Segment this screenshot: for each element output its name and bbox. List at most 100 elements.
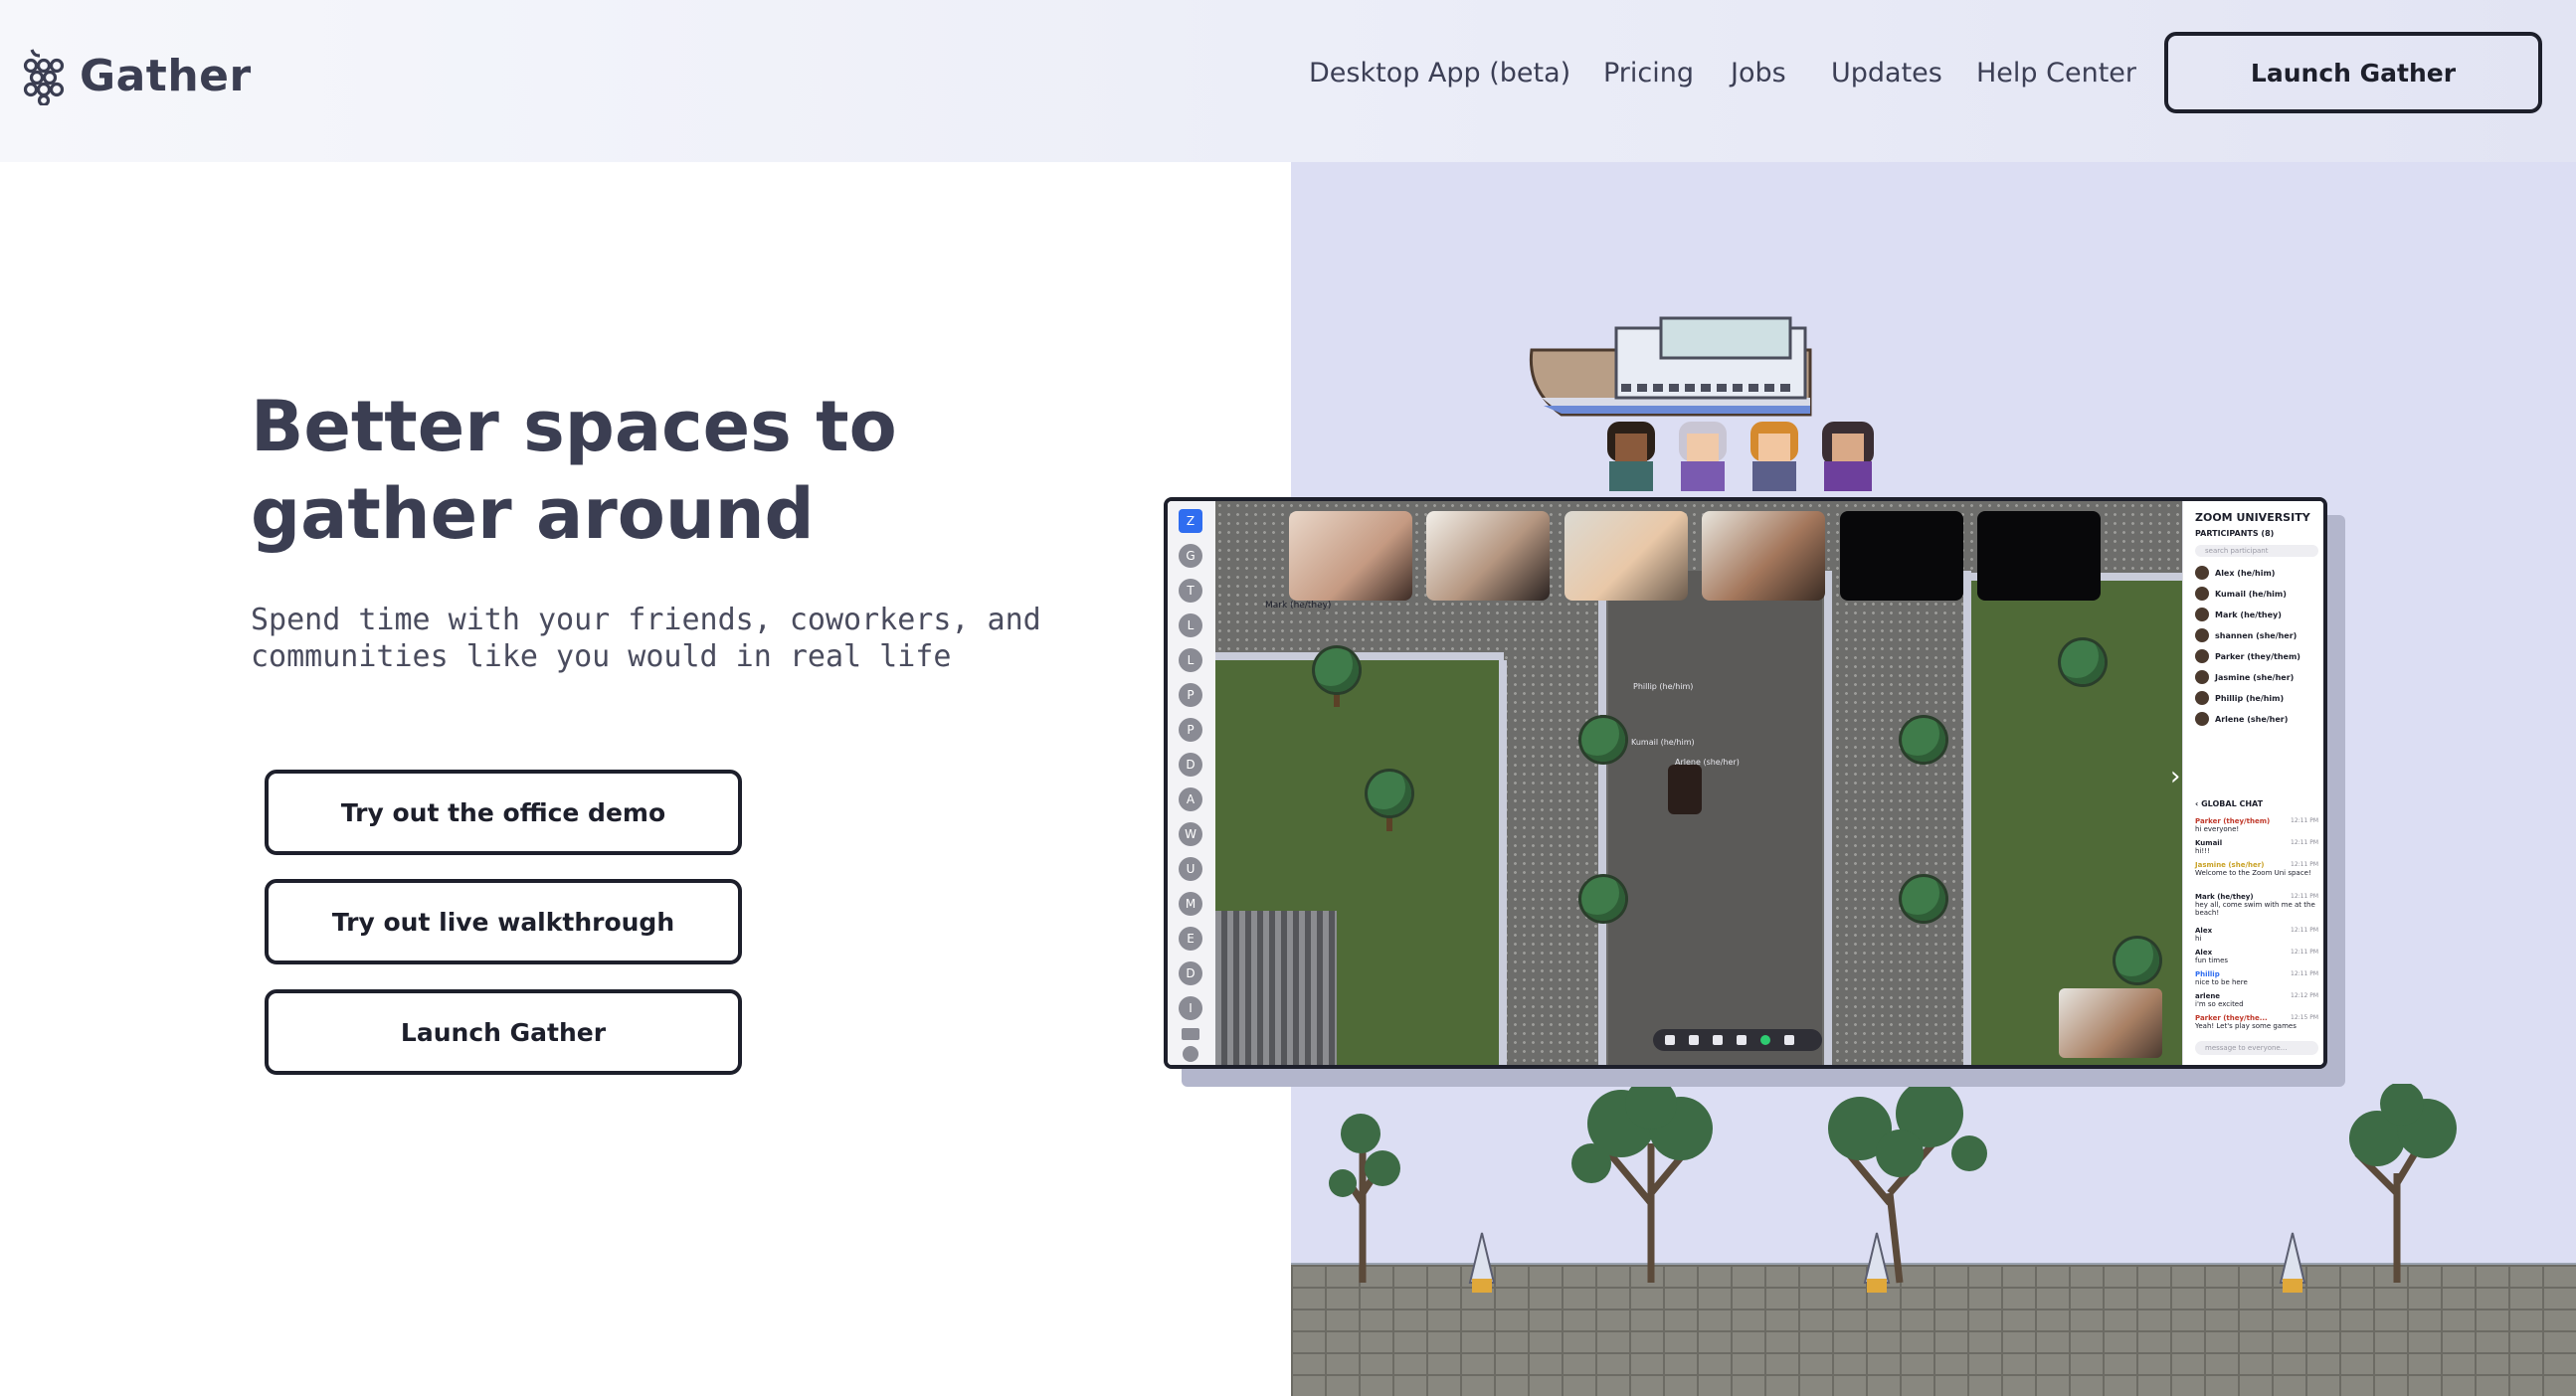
- tree: [1902, 877, 1945, 921]
- map-icon[interactable]: [1665, 1035, 1675, 1045]
- nav-updates[interactable]: Updates: [1831, 58, 1942, 88]
- nav-help-center[interactable]: Help Center: [1976, 58, 2136, 88]
- video-tile[interactable]: [1702, 511, 1825, 601]
- grapes-icon: [23, 49, 65, 105]
- participant-row[interactable]: Alex (he/him): [2195, 565, 2275, 581]
- space-icon: G: [1179, 544, 1202, 568]
- screen-share-icon[interactable]: [1713, 1035, 1723, 1045]
- video-tile[interactable]: [1289, 511, 1412, 601]
- participant-row[interactable]: Phillip (he/him): [2195, 690, 2284, 706]
- participant-row[interactable]: Mark (he/they): [2195, 607, 2282, 622]
- space-icon: L: [1179, 648, 1202, 672]
- nav-desktop-app[interactable]: Desktop App (beta): [1309, 58, 1570, 88]
- game-map: Mark (he/they) Phillip (he/him) Kumail (…: [1215, 501, 2182, 1065]
- trees-illustration: [1329, 1084, 2457, 1293]
- hand-icon[interactable]: [1737, 1035, 1747, 1045]
- chat-message: Alex hi 12:11 PM: [2195, 927, 2318, 943]
- space-icon: P: [1179, 683, 1202, 707]
- avatar: [2195, 712, 2209, 726]
- space-icon: T: [1179, 579, 1202, 603]
- participant-name: Mark (he/they): [2215, 610, 2282, 619]
- participant-name: Alex (he/him): [2215, 568, 2276, 578]
- video-tile[interactable]: [1564, 511, 1688, 601]
- chat-message-input[interactable]: message to everyone...: [2195, 1041, 2318, 1055]
- chat-message: Alex fun times 12:11 PM: [2195, 949, 2318, 964]
- help-icon: [1183, 1046, 1198, 1062]
- video-tile-off[interactable]: [1977, 511, 2101, 601]
- tree: [2116, 939, 2159, 982]
- video-tile[interactable]: [1426, 511, 1550, 601]
- hero-subtitle-line-2: communities like you would in real life: [251, 639, 952, 674]
- chat-message: arlene i'm so excited 12:12 PM: [2195, 992, 2318, 1008]
- chat-text: fun times: [2195, 957, 2229, 964]
- office-demo-button[interactable]: Try out the office demo: [265, 770, 742, 855]
- chat-time: 12:11 PM: [2291, 893, 2318, 900]
- avatar: [2195, 566, 2209, 580]
- participant-name: shannen (she/her): [2215, 630, 2298, 640]
- tree: [2061, 640, 2105, 684]
- tree: [1368, 772, 1411, 815]
- avatar: [2195, 608, 2209, 621]
- status-icon[interactable]: [1760, 1035, 1770, 1045]
- chat-text: nice to be here: [2195, 978, 2248, 986]
- space-name: ZOOM UNIVERSITY: [2195, 511, 2310, 524]
- participant-row[interactable]: shannen (she/her): [2195, 627, 2297, 643]
- launch-gather-button[interactable]: Launch Gather: [265, 989, 742, 1075]
- space-icon: E: [1179, 927, 1202, 951]
- chat-text: Yeah! Let's play some games: [2195, 1022, 2297, 1030]
- space-icon: Z: [1179, 509, 1202, 533]
- space-icon: P: [1179, 718, 1202, 742]
- avatar: [2195, 587, 2209, 601]
- chat-time: 12:11 PM: [2291, 970, 2318, 977]
- avatar: [2195, 670, 2209, 684]
- self-video-preview[interactable]: [2059, 988, 2162, 1058]
- mail-icon: [1182, 1028, 1199, 1040]
- map-player-label: Mark (he/they): [1265, 601, 1332, 611]
- video-tile-off[interactable]: [1840, 511, 1963, 601]
- chevron-right-icon[interactable]: ›: [2170, 762, 2180, 791]
- space-icon: I: [1179, 996, 1202, 1020]
- chat-time: 12:11 PM: [2291, 839, 2318, 846]
- participant-row[interactable]: Jasmine (she/her): [2195, 669, 2294, 685]
- emoji-icon[interactable]: [1689, 1035, 1699, 1045]
- boat-illustration: [1529, 316, 1812, 417]
- brand-name: Gather: [80, 50, 252, 101]
- brand-logo[interactable]: Gather: [22, 46, 252, 105]
- global-chat-title: ‹ GLOBAL CHAT: [2195, 799, 2263, 808]
- space-icon: U: [1179, 857, 1202, 881]
- live-walkthrough-button[interactable]: Try out live walkthrough: [265, 879, 742, 964]
- launch-gather-header-button[interactable]: Launch Gather: [2164, 32, 2542, 113]
- building-roof: [1215, 911, 1337, 1065]
- chat-message: Parker (they/them) hi everyone! 12:11 PM: [2195, 817, 2318, 833]
- participant-row[interactable]: Parker (they/them): [2195, 648, 2300, 664]
- nav-pricing[interactable]: Pricing: [1603, 58, 1694, 88]
- hero-title: Better spaces to gather around: [251, 383, 1146, 558]
- map-player-label: Phillip (he/him): [1633, 682, 1694, 691]
- participant-name: Kumail (he/him): [2215, 589, 2287, 599]
- tree: [1581, 877, 1625, 921]
- participant-name: Phillip (he/him): [2215, 693, 2285, 703]
- tree: [1315, 648, 1359, 692]
- hero-title-line-1: Better spaces to: [251, 386, 897, 467]
- avatar: [2195, 649, 2209, 663]
- chat-time: 12:11 PM: [2291, 927, 2318, 934]
- chat-time: 12:15 PM: [2291, 1014, 2318, 1021]
- nav-jobs[interactable]: Jobs: [1731, 58, 1786, 88]
- chat-time: 12:12 PM: [2291, 992, 2318, 999]
- participant-name: Parker (they/them): [2215, 651, 2300, 661]
- gear-icon[interactable]: [1784, 1035, 1794, 1045]
- participant-search-input[interactable]: search participant: [2195, 545, 2318, 557]
- space-icon: A: [1179, 787, 1202, 811]
- space-icon: D: [1179, 961, 1202, 985]
- participants-count: PARTICIPANTS (8): [2195, 529, 2275, 538]
- curb: [1824, 571, 1832, 1065]
- participant-name: Arlene (she/her): [2215, 714, 2289, 724]
- app-sidebar: Z G T L L P P D A W U M E D I: [1168, 501, 1216, 1065]
- tree: [1902, 718, 1945, 762]
- map-player-label: Kumail (he/him): [1631, 738, 1695, 747]
- participant-row[interactable]: Arlene (she/her): [2195, 711, 2288, 727]
- chat-message: Mark (he/they) hey all, come swim with me…: [2195, 893, 2318, 917]
- participant-row[interactable]: Kumail (he/him): [2195, 586, 2287, 602]
- chat-message: Parker (they/the... Yeah! Let's play some…: [2195, 1014, 2318, 1030]
- chat-title-label: GLOBAL CHAT: [2201, 799, 2264, 808]
